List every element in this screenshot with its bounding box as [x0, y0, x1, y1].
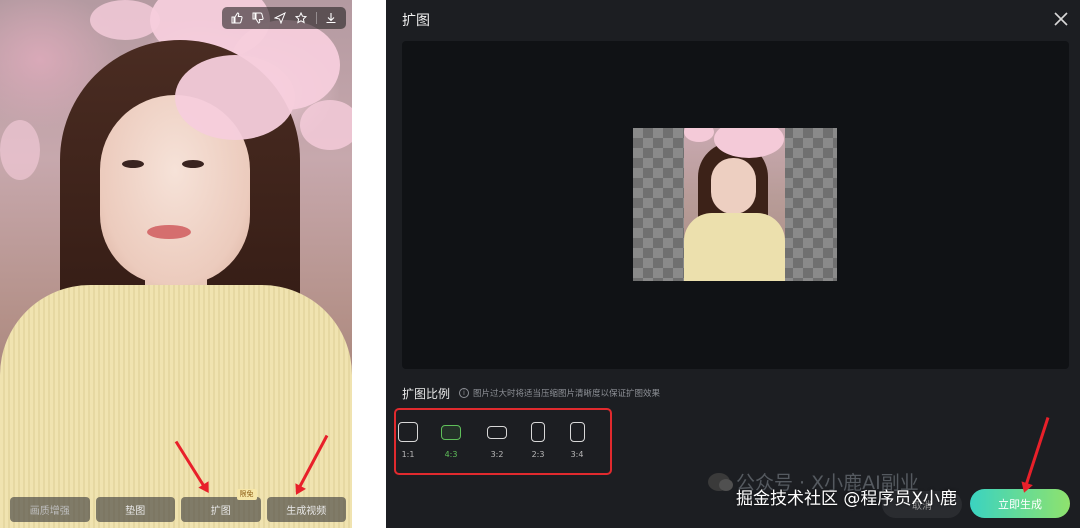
expand-image-button[interactable]: 扩图 限免 [181, 489, 261, 522]
free-badge: 限免 [236, 489, 257, 500]
ratio-option-2-3[interactable]: 2:3 [523, 422, 553, 459]
image-action-bar: 画质增强 垫图 扩图 限免 生成视频 [10, 489, 346, 522]
close-icon[interactable] [1052, 10, 1070, 28]
thumb-blossom [684, 128, 714, 142]
ratio-hint-text: 图片过大时将适当压缩图片清晰度以保证扩图效果 [473, 389, 661, 399]
ratio-section-label: 扩图比例 [402, 387, 451, 401]
landscape-4-3-ratio-icon [441, 425, 461, 440]
watermark-text-2: 掘金技术社区 @程序员X小鹿 [736, 489, 958, 509]
action-label: 画质增强 [29, 506, 70, 517]
ratio-option-label: 2:3 [531, 450, 545, 459]
expand-canvas[interactable] [402, 41, 1069, 369]
expand-image-dialog: 扩图 扩图比例 i 图片过大时将适当压缩图片清晰度以保证扩图效果 1:1 4:3… [386, 0, 1080, 528]
thumb-face [711, 158, 756, 214]
portrait-2-3-ratio-icon [531, 422, 545, 442]
blossom-hair-decor [175, 55, 295, 140]
ratio-option-1-1[interactable]: 1:1 [393, 422, 423, 459]
square-ratio-icon [398, 422, 418, 442]
action-label: 生成视频 [286, 506, 327, 517]
ratio-option-label: 3:4 [570, 450, 584, 459]
ratio-option-label: 1:1 [401, 450, 415, 459]
blossom-decor [0, 120, 40, 180]
wechat-icon [708, 472, 733, 491]
generate-video-button[interactable]: 生成视频 [266, 497, 346, 522]
enhance-quality-button[interactable]: 画质增强 [10, 497, 90, 522]
generated-image-panel[interactable]: 画质增强 垫图 扩图 限免 生成视频 [0, 0, 352, 528]
star-icon[interactable] [294, 11, 308, 25]
ratio-option-label: 4:3 [444, 450, 458, 459]
landscape-3-2-ratio-icon [487, 426, 507, 439]
reference-image-button[interactable]: 垫图 [95, 497, 175, 522]
annotation-arrow [1023, 417, 1050, 491]
image-toolbar [222, 7, 346, 29]
blossom-decor [300, 100, 352, 150]
ratio-hint: i 图片过大时将适当压缩图片清晰度以保证扩图效果 [459, 387, 660, 399]
left-eye [122, 160, 144, 168]
dialog-title: 扩图 [402, 13, 430, 29]
lips [147, 225, 191, 239]
toolbar-separator [315, 12, 317, 24]
ratio-option-label: 3:2 [490, 450, 504, 459]
right-eye [182, 160, 204, 168]
generate-button[interactable]: 立即生成 [970, 489, 1070, 518]
ratio-option-3-2[interactable]: 3:2 [482, 422, 512, 459]
source-image-thumbnail [684, 128, 785, 281]
action-label: 垫图 [125, 506, 146, 517]
portrait-3-4-ratio-icon [569, 422, 585, 442]
blossom-decor [90, 0, 160, 40]
download-icon[interactable] [324, 11, 338, 25]
action-label: 扩图 [210, 506, 231, 517]
ratio-options-highlight: 1:1 4:3 3:2 2:3 3:4 [394, 408, 612, 475]
screenshot-root: 画质增强 垫图 扩图 限免 生成视频 扩图 扩图比例 i 图片过大时将适当压缩图… [0, 0, 1080, 528]
thumbs-up-icon[interactable] [230, 11, 244, 25]
ratio-option-4-3[interactable]: 4:3 [436, 422, 466, 459]
ratio-option-3-4[interactable]: 3:4 [562, 422, 592, 459]
info-icon: i [459, 388, 469, 398]
thumb-shirt [684, 213, 785, 281]
send-icon[interactable] [273, 11, 287, 25]
transparent-expand-area [633, 128, 837, 281]
thumbs-down-icon[interactable] [251, 11, 265, 25]
panel-gap [352, 0, 386, 528]
